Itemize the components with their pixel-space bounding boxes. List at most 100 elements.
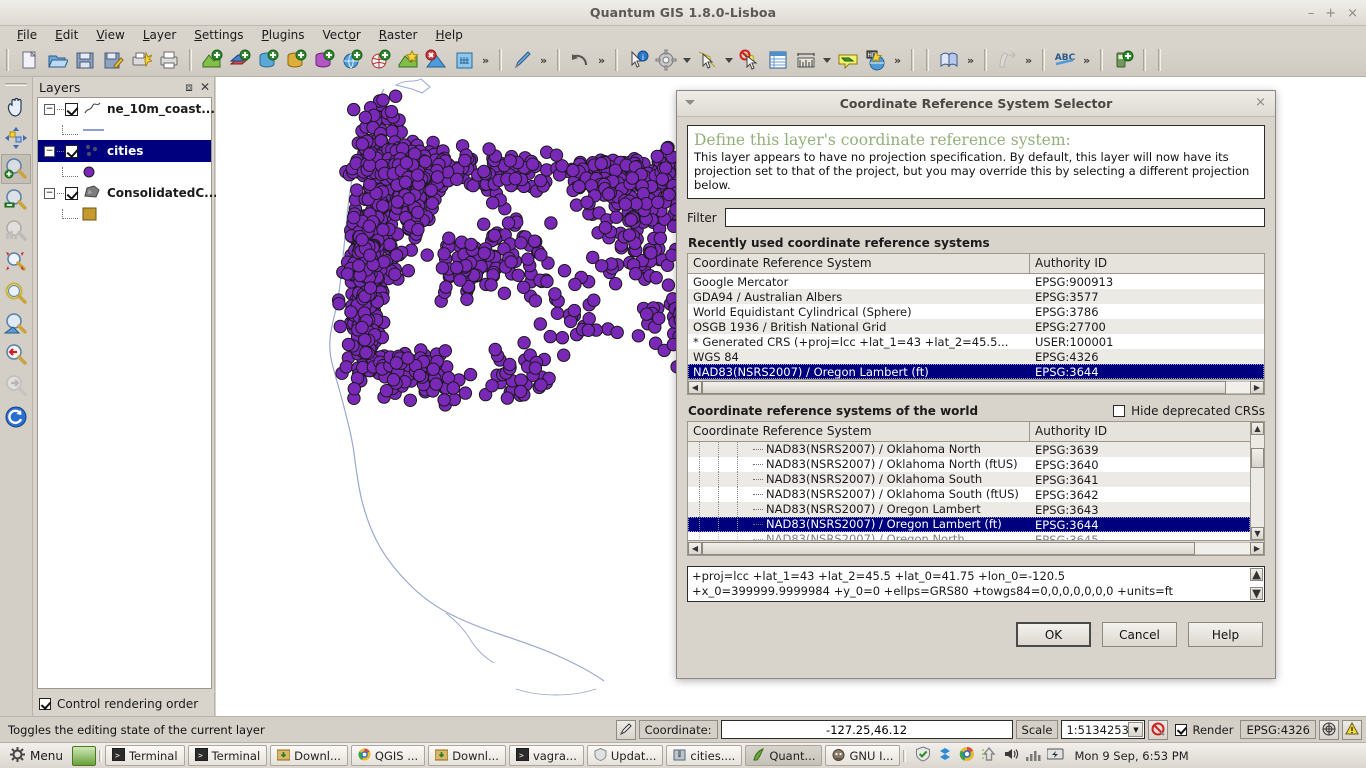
measure-line-icon[interactable] (793, 47, 819, 73)
proj4-definition-box[interactable]: +proj=lcc +lat_1=43 +lat_2=45.5 +lat_0=4… (687, 566, 1265, 602)
close-button[interactable]: × (1347, 7, 1358, 20)
taskbar-item-downloads-1[interactable]: Downl... (270, 745, 348, 766)
deselect-features-icon[interactable] (737, 47, 763, 73)
column-header-crs[interactable]: Coordinate Reference System (688, 254, 1030, 273)
print-composer-manager-icon[interactable] (156, 47, 182, 73)
zoom-to-native-resolution-icon[interactable] (1, 309, 31, 339)
open-attribute-table-icon[interactable] (765, 47, 791, 73)
zoom-full-icon[interactable] (1, 216, 31, 246)
menu-raster[interactable]: Raster (370, 26, 427, 44)
help-contents-icon[interactable] (936, 47, 962, 73)
remove-layer-icon[interactable] (423, 47, 449, 73)
taskbar-item-terminal-2[interactable]: > Terminal (187, 745, 268, 766)
taskbar-item-update-manager[interactable]: Updat... (586, 745, 664, 766)
table-row[interactable]: NAD83(NSRS2007) / Oklahoma South (ftUS) … (688, 487, 1250, 502)
open-project-icon[interactable] (44, 47, 70, 73)
scroll-up-button[interactable]: ▲ (1250, 567, 1263, 581)
dialog-close-button[interactable]: × (1255, 95, 1266, 110)
toolbar-grip[interactable] (186, 48, 195, 72)
table-row-selected[interactable]: NAD83(NSRS2007) / Oregon Lambert (ft) EP… (688, 364, 1264, 379)
render-toggle[interactable]: Render (1171, 723, 1237, 737)
help-button[interactable]: Help (1188, 622, 1263, 647)
table-row[interactable]: WGS 84 EPSG:4326 (688, 349, 1264, 364)
toolbar-grip[interactable] (5, 81, 27, 89)
table-row[interactable]: World Equidistant Cylindrical (Sphere) E… (688, 304, 1264, 319)
coordinate-input[interactable] (720, 720, 1013, 739)
table-row[interactable]: Google Mercator EPSG:900913 (688, 274, 1264, 289)
maximize-button[interactable]: + (1325, 7, 1336, 20)
settings-gear-icon[interactable] (653, 47, 679, 73)
show-desktop-icon[interactable] (71, 745, 96, 766)
taskbar-item-vagrant[interactable]: > vagra... (508, 745, 584, 766)
scroll-right-button[interactable]: ▶ (1250, 380, 1264, 394)
menu-help[interactable]: Help (427, 26, 472, 44)
dropbox-icon[interactable] (937, 746, 953, 765)
identify-features-icon[interactable]: i (625, 47, 651, 73)
shield-update-icon[interactable] (915, 746, 931, 765)
chevron-down-icon[interactable] (723, 47, 735, 73)
table-row[interactable]: NAD83(NSRS2007) / Oklahoma North (ftUS) … (688, 457, 1250, 472)
hide-deprecated-row[interactable]: Hide deprecated CRSs (1113, 404, 1265, 418)
zoom-to-selection-icon[interactable] (1, 247, 31, 277)
table-row[interactable]: NAD83(NSRS2007) / Oregon Lambert EPSG:36… (688, 502, 1250, 517)
recent-crs-table[interactable]: Coordinate Reference System Authority ID… (687, 253, 1265, 395)
upload-icon[interactable] (981, 746, 997, 765)
toolbar-grip[interactable] (554, 48, 563, 72)
control-rendering-order-checkbox[interactable] (39, 698, 51, 710)
stop-render-icon[interactable] (1148, 719, 1169, 740)
layers-tree[interactable]: − ne_10m_coast... − cities − Consolidate… (37, 97, 218, 689)
layer-item-coastline[interactable]: − ne_10m_coast... (38, 98, 215, 120)
toolbar-grip[interactable] (612, 48, 621, 72)
label-icon[interactable]: ABC (1052, 47, 1078, 73)
volume-icon[interactable] (1003, 746, 1019, 765)
taskbar-item-qgis-browser[interactable]: QGIS ... (350, 745, 426, 766)
new-print-composer-icon[interactable] (128, 47, 154, 73)
world-crs-table[interactable]: Coordinate Reference System Authority ID… (687, 421, 1265, 556)
toolbar-grip[interactable] (1097, 48, 1106, 72)
toolbar-grip[interactable] (981, 48, 990, 72)
table-row[interactable]: NAD83(NSRS2007) / Oklahoma North EPSG:36… (688, 442, 1250, 457)
zoom-out-icon[interactable] (1, 185, 31, 215)
pan-map-icon[interactable] (1, 92, 31, 122)
toggle-editing-icon[interactable] (615, 719, 636, 740)
scrollbar-track[interactable] (1226, 380, 1250, 394)
layer-visibility-checkbox[interactable] (65, 144, 78, 158)
toolbar-overflow-button[interactable]: » (1021, 54, 1036, 67)
table-row[interactable]: NAD83(NSRS2007) / Oklahoma South EPSG:36… (688, 472, 1250, 487)
scroll-up-button[interactable]: ▲ (1251, 422, 1264, 435)
zoom-in-icon[interactable] (1, 154, 31, 184)
layer-visibility-checkbox[interactable] (65, 186, 78, 200)
scroll-down-button[interactable]: ▼ (1250, 586, 1263, 600)
scroll-right-button[interactable]: ▶ (1250, 541, 1264, 555)
new-shapefile-layer-icon[interactable] (395, 47, 421, 73)
column-header-authority[interactable]: Authority ID (1030, 254, 1264, 273)
battery-icon[interactable] (1046, 747, 1065, 764)
filter-input[interactable] (724, 208, 1265, 227)
scrollbar-thumb[interactable] (1251, 448, 1264, 468)
expand-toggle-icon[interactable]: − (44, 145, 55, 157)
zoom-next-icon[interactable] (1, 371, 31, 401)
minimize-button[interactable]: – (1308, 7, 1315, 20)
scale-combo[interactable]: 1:5134253 ▼ (1061, 720, 1146, 739)
toolbar-overflow-button[interactable]: » (478, 54, 493, 67)
toolbar-overflow-button[interactable]: » (1079, 54, 1094, 67)
map-tips-icon[interactable] (835, 47, 861, 73)
undock-icon[interactable]: ⧈ (185, 80, 193, 95)
table-row-partial[interactable]: NAD83(NSRS2007) / Oregon North EPSG:3645 (688, 532, 1250, 540)
menu-file[interactable]: File (8, 26, 46, 44)
scrollbar-thumb[interactable] (702, 541, 1195, 555)
expand-toggle-icon[interactable]: − (44, 103, 55, 115)
zoom-to-layer-icon[interactable] (1, 278, 31, 308)
table-row-selected[interactable]: NAD83(NSRS2007) / Oregon Lambert (ft) EP… (688, 517, 1250, 532)
expand-toggle-icon[interactable]: − (44, 187, 55, 199)
scroll-left-button[interactable]: ◀ (688, 541, 702, 555)
save-project-as-icon[interactable] (100, 47, 126, 73)
undo-icon[interactable] (567, 47, 593, 73)
georeferencer-icon[interactable] (994, 47, 1020, 73)
warning-icon[interactable] (1342, 719, 1362, 740)
taskbar-item-quantum-gis[interactable]: Quant... (745, 745, 823, 766)
start-menu-button[interactable]: Menu (4, 746, 69, 765)
pan-to-selection-icon[interactable] (1, 123, 31, 153)
control-rendering-order-row[interactable]: Control rendering order (33, 692, 215, 716)
toolbar-grip[interactable] (3, 48, 12, 72)
